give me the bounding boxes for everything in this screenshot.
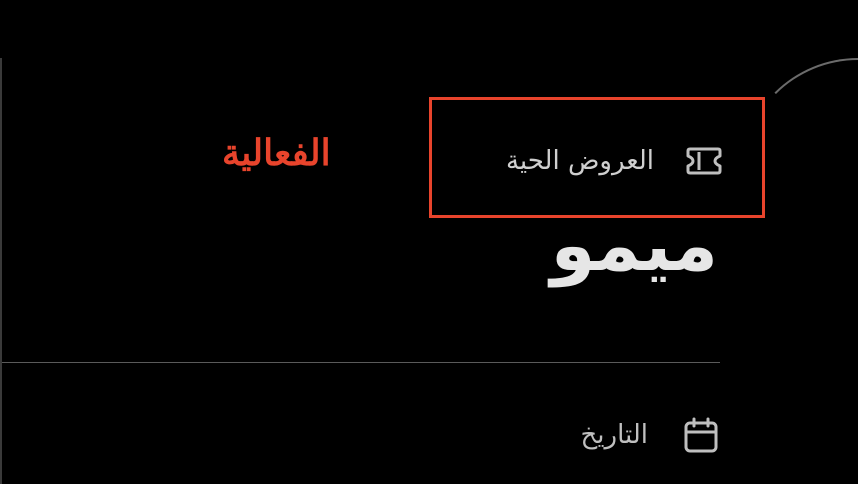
calendar-icon bbox=[684, 417, 718, 453]
section-divider bbox=[2, 362, 720, 363]
live-shows-tag-label: العروض الحية bbox=[505, 146, 654, 176]
event-card: الفعالية العروض الحية ميمو التاريخ bbox=[0, 0, 858, 484]
ticket-icon bbox=[686, 147, 722, 175]
event-category-label: الفعالية bbox=[222, 132, 331, 174]
live-shows-tag[interactable]: العروض الحية bbox=[444, 136, 724, 186]
event-title: ميمو bbox=[550, 203, 718, 287]
date-row: التاريخ bbox=[540, 410, 720, 460]
date-label: التاريخ bbox=[580, 420, 649, 450]
